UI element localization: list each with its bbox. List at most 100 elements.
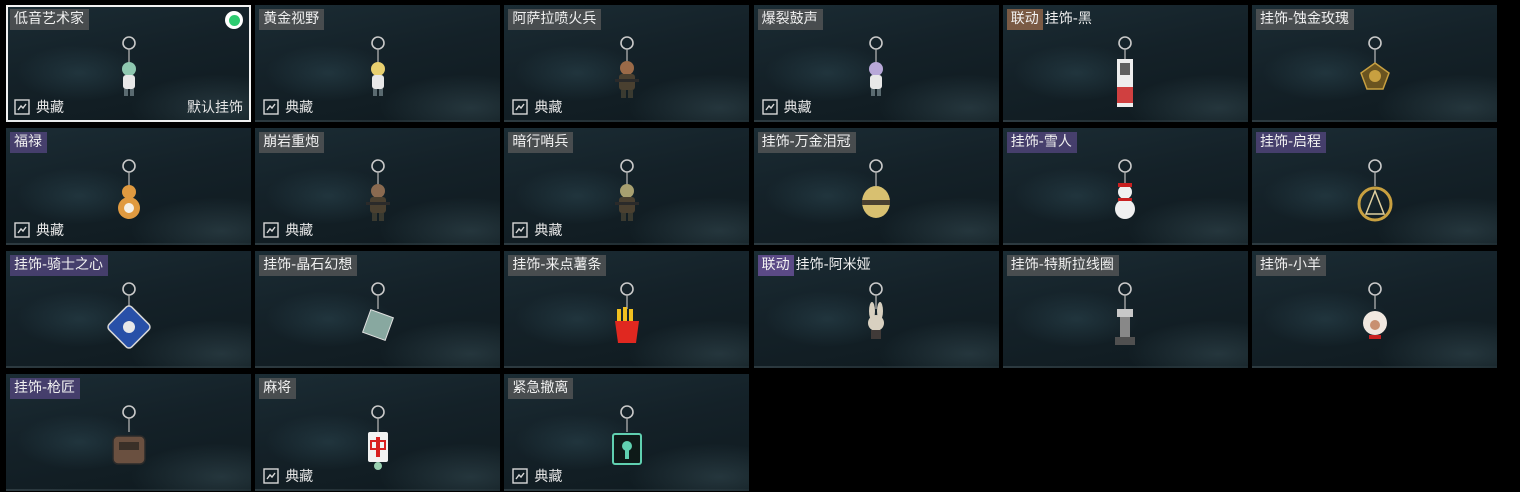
compass-ring-icon (1357, 159, 1392, 222)
collection-label: 典藏 (534, 223, 563, 239)
charm-name: 低音艺术家 (10, 9, 89, 30)
equipped-indicator-icon (225, 11, 243, 29)
charm-name-row: 麻将 (259, 378, 297, 399)
soldier-figure-icon (614, 36, 639, 98)
collection-tag: 典藏 (512, 466, 562, 486)
collection-tag: 典藏 (14, 220, 64, 240)
charm-name: 暗行哨兵 (508, 132, 574, 153)
charm-card[interactable]: 挂饰-骑士之心 (6, 251, 251, 368)
charm-name-row: 挂饰-小羊 (1256, 255, 1327, 276)
charm-name-row: 紧急撤离 (508, 378, 574, 399)
soldier-figure-icon (365, 159, 390, 221)
charm-name-row: 挂饰-蚀金玫瑰 (1256, 9, 1355, 30)
charm-name: 麻将 (259, 378, 297, 399)
collection-label: 典藏 (36, 100, 64, 116)
collection-tag: 典藏 (512, 220, 562, 240)
charm-name: 黄金视野 (259, 9, 325, 30)
collection-icon (761, 99, 778, 115)
charm-card[interactable]: 挂饰-来点薯条 (504, 251, 750, 368)
collection-label: 典藏 (285, 223, 314, 239)
charm-name: 挂饰-小羊 (1256, 255, 1327, 276)
collection-icon (263, 222, 279, 238)
collection-label: 典藏 (285, 469, 314, 485)
collection-icon (512, 222, 529, 238)
charm-card[interactable]: 挂饰-雪人 (1002, 128, 1248, 245)
glowing-cube-icon (611, 405, 642, 465)
charm-card[interactable]: 挂饰-蚀金玫瑰 (1252, 5, 1497, 122)
charm-name: 挂饰-枪匠 (10, 378, 81, 399)
charm-name-row: 联动 挂饰-阿米娅 (757, 255, 876, 276)
charm-card[interactable]: 联动 挂饰-黑 (1002, 5, 1248, 122)
charm-card[interactable]: 低音艺术家 典藏 默认挂饰 (6, 5, 251, 122)
charm-card[interactable]: 暗行哨兵典藏 (504, 128, 750, 245)
charm-name-row: 挂饰-万金泪冠 (757, 132, 856, 153)
charm-card[interactable]: 挂饰-小羊 (1252, 251, 1497, 368)
charm-name-row: 挂饰-雪人 (1006, 132, 1077, 153)
snowman-icon (1115, 159, 1136, 219)
charm-card[interactable]: 麻将典藏 (255, 374, 501, 491)
charm-name-row: 福禄 (10, 132, 47, 153)
charm-name: 挂饰-晶石幻想 (259, 255, 358, 276)
mini-figure-icon (869, 36, 884, 96)
charm-card[interactable]: 崩岩重炮典藏 (255, 128, 501, 245)
collection-tag: 典藏 (14, 97, 64, 117)
charm-name: 紧急撤离 (508, 378, 574, 399)
collection-tag: 典藏 (263, 97, 313, 117)
charm-name: 挂饰-来点薯条 (508, 255, 607, 276)
collection-label: 典藏 (534, 100, 563, 116)
charm-name: 崩岩重炮 (259, 132, 325, 153)
charm-card[interactable]: 紧急撤离典藏 (504, 374, 750, 491)
charm-card[interactable]: 挂饰-特斯拉线圈 (1002, 251, 1248, 368)
charm-card[interactable]: 福禄典藏 (6, 128, 251, 245)
mini-figure-icon (121, 36, 136, 96)
soldier-figure-icon (614, 159, 639, 221)
collection-tag: 典藏 (263, 466, 313, 486)
collection-label: 典藏 (36, 223, 64, 239)
collection-tag: 典藏 (263, 220, 313, 240)
charm-card[interactable]: 挂饰-启程 (1252, 128, 1497, 245)
charm-name: 挂饰-骑士之心 (10, 255, 109, 276)
collection-icon (512, 99, 529, 115)
collection-label: 典藏 (534, 469, 563, 485)
charm-card[interactable]: 联动 挂饰-阿米娅 (753, 251, 999, 368)
collection-icon (263, 468, 279, 484)
charm-name-row: 黄金视野 (259, 9, 325, 30)
mini-figure-icon (370, 36, 385, 96)
charm-name: 挂饰-黑 (1044, 11, 1092, 27)
collection-tag: 典藏 (512, 97, 562, 117)
charm-name-row: 挂饰-骑士之心 (10, 255, 109, 276)
charm-card[interactable]: 挂饰-万金泪冠 (753, 128, 999, 245)
charm-name-row: 挂饰-特斯拉线圈 (1006, 255, 1119, 276)
backpack-icon (111, 405, 146, 465)
collection-icon (14, 222, 30, 238)
charm-name-row: 阿萨拉喷火兵 (508, 9, 602, 30)
charm-name-row: 挂饰-枪匠 (10, 378, 81, 399)
charm-name-row: 挂饰-晶石幻想 (259, 255, 358, 276)
charm-name: 挂饰-阿米娅 (795, 257, 871, 273)
gourd-icon (117, 159, 140, 219)
charm-name: 挂饰-启程 (1256, 132, 1327, 153)
charm-name-row: 挂饰-来点薯条 (508, 255, 607, 276)
charm-name: 阿萨拉喷火兵 (508, 9, 602, 30)
charm-name: 挂饰-万金泪冠 (757, 132, 856, 153)
charm-name: 福禄 (10, 132, 47, 153)
charm-name-row: 爆裂鼓声 (757, 9, 823, 30)
charm-card[interactable]: 挂饰-枪匠 (6, 374, 251, 491)
charm-name: 爆裂鼓声 (757, 9, 823, 30)
collection-tag: 典藏 (761, 97, 812, 117)
charm-grid: 低音艺术家 典藏 默认挂饰 黄金视野 典藏 阿萨拉喷火兵 典藏 爆裂鼓声 典藏 联动 挂饰-黑 挂饰-… (6, 5, 1502, 491)
charm-name-row: 暗行哨兵 (508, 132, 574, 153)
collection-icon (263, 99, 279, 115)
charm-name-row: 联动 挂饰-黑 (1006, 9, 1097, 30)
charm-card[interactable]: 爆裂鼓声典藏 (753, 5, 999, 122)
collection-icon (14, 99, 30, 115)
charm-name: 挂饰-特斯拉线圈 (1006, 255, 1119, 276)
mahjong-tile-icon (367, 405, 388, 470)
sheep-figure-icon (1362, 282, 1387, 339)
charm-card[interactable]: 挂饰-晶石幻想 (255, 251, 501, 368)
charm-card[interactable]: 黄金视野典藏 (255, 5, 501, 122)
charm-name: 挂饰-雪人 (1006, 132, 1077, 153)
charm-name: 挂饰-蚀金玫瑰 (1256, 9, 1355, 30)
charm-card[interactable]: 阿萨拉喷火兵典藏 (504, 5, 750, 122)
collab-badge: 联动 (757, 255, 794, 276)
